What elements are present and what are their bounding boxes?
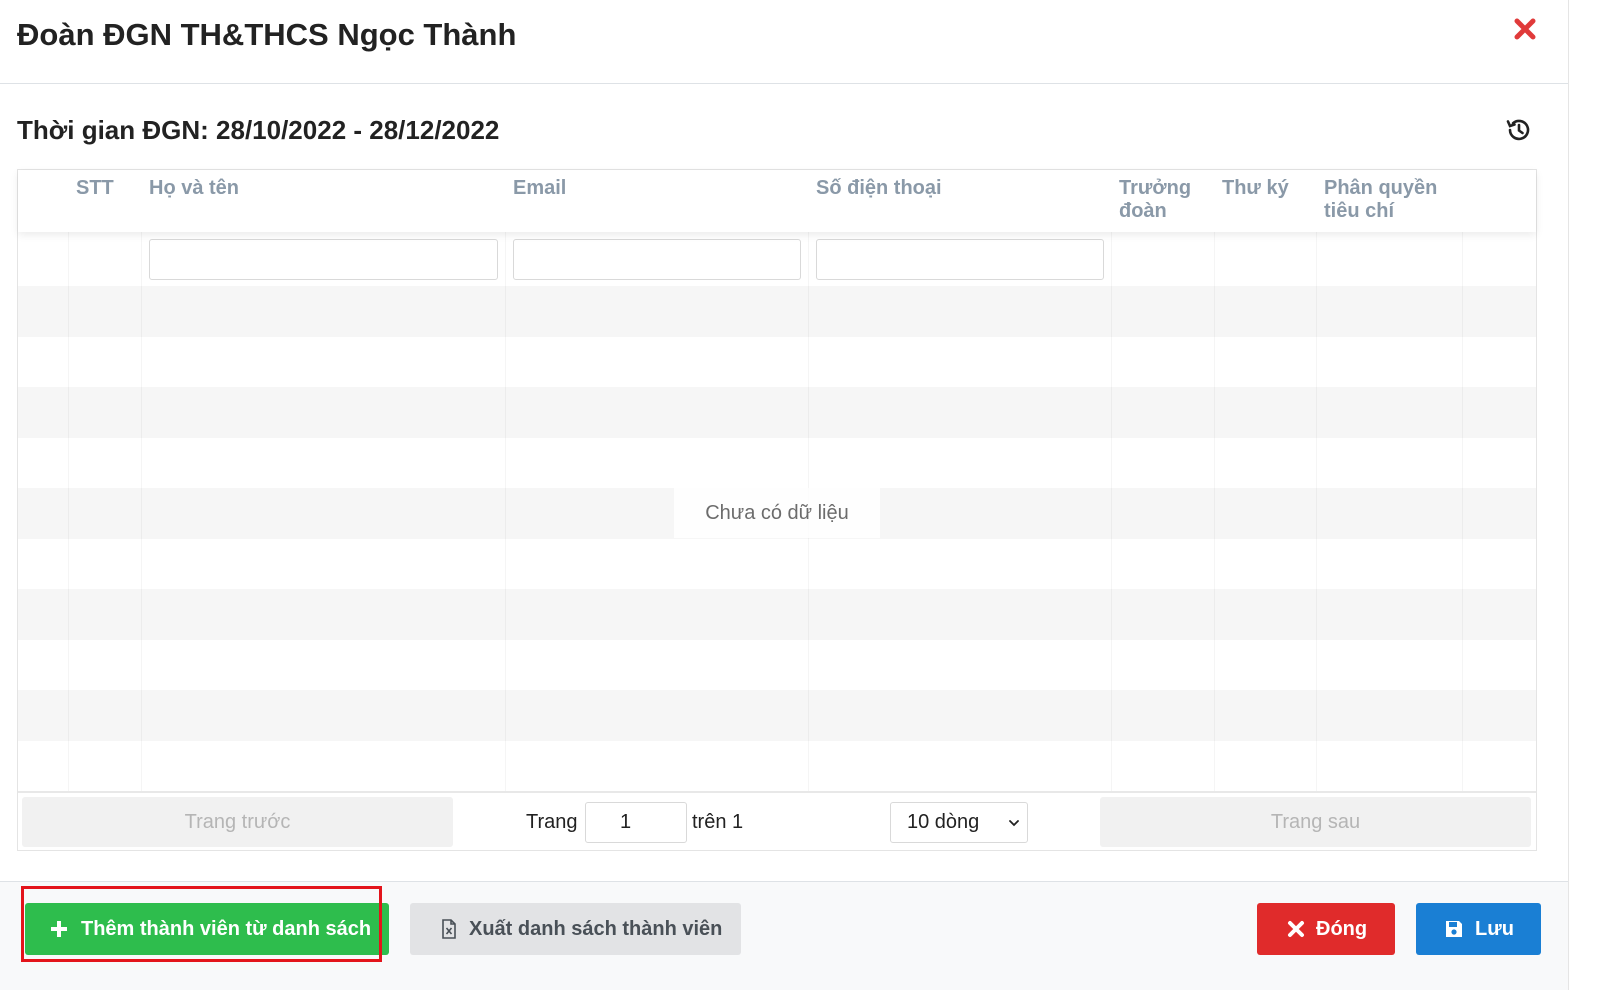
evaluation-period: Thời gian ĐGN: 28/10/2022 - 28/12/2022 bbox=[17, 115, 500, 145]
export-members-button[interactable]: Xuất danh sách thành viên bbox=[410, 903, 741, 955]
column-divider bbox=[505, 232, 506, 791]
column-divider bbox=[141, 232, 142, 791]
table-row bbox=[18, 336, 1536, 387]
chevron-down-icon bbox=[1009, 820, 1019, 827]
modal-header: Đoàn ĐGN TH&THCS Ngọc Thành bbox=[0, 0, 1568, 84]
close-button[interactable]: Đóng bbox=[1257, 903, 1395, 955]
close-icon[interactable] bbox=[1510, 14, 1540, 44]
modal-title: Đoàn ĐGN TH&THCS Ngọc Thành bbox=[17, 17, 517, 52]
previous-page-button[interactable]: Trang trước bbox=[22, 797, 453, 847]
floppy-disk-icon bbox=[1446, 921, 1462, 937]
plus-icon bbox=[51, 921, 67, 937]
next-page-button[interactable]: Trang sau bbox=[1100, 797, 1531, 847]
times-icon bbox=[1288, 921, 1304, 937]
page-size-select[interactable]: 10 dòng bbox=[890, 802, 1028, 843]
table-row bbox=[18, 286, 1536, 337]
page-total-label: trên 1 bbox=[692, 811, 744, 833]
table-row bbox=[18, 589, 1536, 640]
column-divider bbox=[1462, 232, 1463, 791]
table-row bbox=[18, 740, 1536, 791]
page-scroll-area bbox=[1568, 0, 1606, 990]
name-filter-input[interactable] bbox=[149, 239, 498, 280]
table-row bbox=[18, 538, 1536, 589]
page-number-input[interactable]: 1 bbox=[585, 802, 687, 843]
page-label: Trang bbox=[526, 811, 578, 833]
column-header-leader[interactable]: Trưởng đoàn bbox=[1119, 177, 1191, 223]
pagination-bar: Trang trước Trang 1 trên 1 10 dòng Trang… bbox=[18, 791, 1536, 850]
save-label: Lưu bbox=[1475, 918, 1514, 940]
table-row bbox=[18, 690, 1536, 741]
table-row bbox=[18, 437, 1536, 488]
column-divider bbox=[1214, 232, 1215, 791]
column-header-phone[interactable]: Số điện thoại bbox=[816, 177, 942, 200]
members-table: STT Họ và tên Email Số điện thoại Trưởng… bbox=[17, 169, 1537, 851]
add-members-label: Thêm thành viên từ danh sách bbox=[81, 918, 372, 940]
history-icon[interactable] bbox=[1505, 116, 1533, 144]
table-row bbox=[18, 639, 1536, 690]
column-header-stt[interactable]: STT bbox=[76, 177, 114, 200]
column-header-secretary[interactable]: Thư ký bbox=[1222, 177, 1289, 200]
close-label: Đóng bbox=[1316, 918, 1368, 940]
email-filter-input[interactable] bbox=[513, 239, 801, 280]
column-header-criteria-line1: Phân quyền bbox=[1324, 177, 1438, 199]
column-header-criteria-line2: tiêu chí bbox=[1324, 200, 1395, 222]
empty-state-message: Chưa có dữ liệu bbox=[674, 488, 880, 538]
column-header-leader-line2: đoàn bbox=[1119, 200, 1167, 222]
modal-dialog: Đoàn ĐGN TH&THCS Ngọc Thành Thời gian ĐG… bbox=[0, 0, 1568, 990]
column-divider bbox=[1111, 232, 1112, 791]
column-header-name[interactable]: Họ và tên bbox=[149, 177, 239, 200]
column-header-leader-line1: Trưởng bbox=[1119, 177, 1192, 199]
column-divider bbox=[68, 232, 69, 791]
table-header: STT Họ và tên Email Số điện thoại Trưởng… bbox=[18, 170, 1536, 232]
table-row bbox=[18, 387, 1536, 438]
page-size-value: 10 dòng bbox=[907, 811, 980, 833]
column-header-email[interactable]: Email bbox=[513, 177, 566, 200]
save-button[interactable]: Lưu bbox=[1416, 903, 1541, 955]
add-members-from-list-button[interactable]: Thêm thành viên từ danh sách bbox=[25, 903, 389, 955]
table-body bbox=[18, 286, 1536, 791]
excel-file-icon bbox=[442, 919, 456, 939]
export-members-label: Xuất danh sách thành viên bbox=[469, 918, 723, 940]
phone-filter-input[interactable] bbox=[816, 239, 1104, 280]
modal-footer: Thêm thành viên từ danh sách Xuất danh s… bbox=[0, 881, 1568, 990]
filter-row bbox=[18, 232, 1536, 286]
column-header-criteria[interactable]: Phân quyền tiêu chí bbox=[1324, 177, 1437, 223]
column-divider bbox=[1316, 232, 1317, 791]
